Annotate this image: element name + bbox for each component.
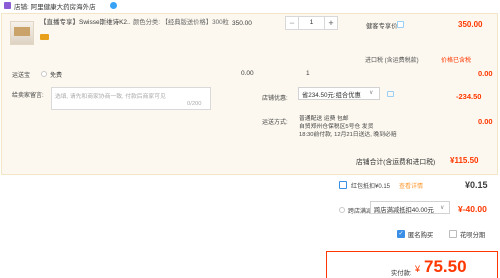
item-subtotal: 350.00 <box>458 20 483 29</box>
huabei-checkbox[interactable] <box>449 230 457 238</box>
delivery-method-label: 运送方式: <box>262 120 288 126</box>
promo-info-icon[interactable] <box>397 21 404 28</box>
seller-message-placeholder: 选填, 请先和商家协商一致, 付款后商家可见 <box>55 94 166 100</box>
product-thumbnail-image <box>14 27 30 36</box>
chevron-down-icon[interactable]: ∨ <box>369 89 373 96</box>
wangwang-icon[interactable] <box>110 2 117 9</box>
product-badge-icon <box>40 34 49 40</box>
cross-store-value: ¥-40.00 <box>458 204 487 214</box>
shipping-insurance-radio[interactable] <box>41 71 47 77</box>
shop-icon <box>4 2 11 9</box>
delivery-line-2: 自贸郑州仓保税区5号仓 发货 <box>299 124 374 130</box>
payment-currency: ¥ <box>415 264 421 274</box>
attr-label: 颜色分类: <box>133 19 160 26</box>
huabei-label[interactable]: 花呗分期 <box>460 230 485 239</box>
increase-button[interactable]: + <box>324 17 337 29</box>
delivery-line-1: 普通配送 运费 包邮 <box>299 116 349 122</box>
payment-label: 实付款: <box>391 270 412 277</box>
hongbao-label: 红包抵扣¥0.15 <box>351 184 391 190</box>
shipping-insurance-price: 0.00 <box>241 70 254 77</box>
decrease-button[interactable]: − <box>286 17 299 29</box>
quantity-value[interactable]: 1 <box>299 17 324 29</box>
anonymous-label[interactable]: 匿名购买 <box>408 230 433 239</box>
cross-store-checkbox[interactable] <box>339 207 345 213</box>
chevron-down-icon[interactable]: ∨ <box>440 204 444 211</box>
cross-store-selected[interactable]: 跨店满减抵扣40.00元 <box>374 205 434 214</box>
shipping-insurance-option: 免费 <box>50 73 63 79</box>
delivery-details: 普通配送 运费 包邮 自贸郑州仓保税区5号仓 发货 18:30前付款, 12月2… <box>299 115 397 139</box>
discount-info-icon[interactable] <box>387 91 394 97</box>
delivery-line-3: 18:30前付款, 12月21日送达, 晚到必赔 <box>299 132 397 138</box>
tax-included-link[interactable]: 价格已含税 <box>441 55 471 64</box>
product-attributes: 颜色分类: 【经典版送价格】300粒 <box>133 18 233 27</box>
shop-total-value: ¥115.50 <box>450 156 479 165</box>
promo-price-label: 健客专享价 <box>366 23 398 30</box>
shipping-insurance-label: 运送宝 <box>12 73 31 79</box>
seller-message-count: 0/200 <box>187 101 202 107</box>
anonymous-checkbox[interactable]: ✓ <box>397 230 405 238</box>
attr-value: 【经典版送价格】300粒 <box>161 19 229 26</box>
quantity-stepper[interactable]: − 1 + <box>285 16 338 30</box>
hongbao-details-link[interactable]: 查看详情 <box>399 181 423 190</box>
shipping-insurance-qty: 1 <box>306 70 310 77</box>
shop-name[interactable]: 店铺: 阿里健康大药房海外店 <box>14 1 96 11</box>
payment-value: 75.50 <box>424 257 467 276</box>
shop-discount-selected[interactable]: 省234.50元:组合优惠 <box>302 90 361 99</box>
product-title[interactable]: 【直播专享】Swisse斯维诗K2... <box>40 18 130 27</box>
shop-total-label: 店铺合计(含运费和进口税) <box>356 159 436 166</box>
cross-store-label: 跨店满减 <box>348 209 373 215</box>
seller-message-label: 给卖家留言: <box>12 93 44 99</box>
import-tax-label: 进口税 (含运费税款) <box>365 58 419 64</box>
payment-summary-box <box>326 251 498 278</box>
shop-discount-amount: -234.50 <box>456 92 482 101</box>
hongbao-checkbox[interactable] <box>339 181 347 189</box>
shop-discount-label: 店铺优惠: <box>262 96 288 102</box>
hongbao-value: ¥0.15 <box>465 180 488 190</box>
unit-price: 350.00 <box>232 20 252 27</box>
shipping-insurance-subtotal: 0.00 <box>478 69 493 78</box>
delivery-amount: 0.00 <box>478 117 493 126</box>
